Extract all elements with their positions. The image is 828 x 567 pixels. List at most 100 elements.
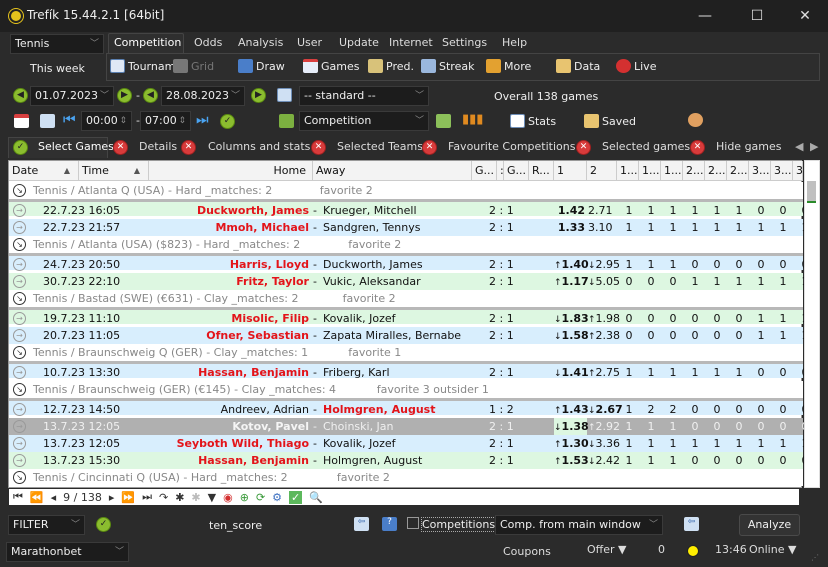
scrollbar-thumb[interactable] [807,181,816,203]
prev-record-icon[interactable]: ◂ [51,491,57,504]
group-row[interactable]: ↘ Tennis / Cincinnati Q (USA) - Hard _mat… [9,469,803,486]
period-label[interactable]: This week [30,62,85,75]
saved-button[interactable]: Saved [584,114,636,128]
group-row[interactable]: ↘ Tennis / Braunschweig Q (GER) - Clay _m… [9,344,803,361]
date-to-input[interactable]: 28.08.2023 ﹀ [161,86,245,106]
competitions-label[interactable]: Competitions: [421,517,500,532]
collapse-group-icon[interactable]: ↘ [13,471,26,484]
group-row[interactable]: ↘ Tennis / Atlanta Q (USA) - Hard _matche… [9,182,803,199]
close-tab-icon[interactable]: ✕ [113,140,128,155]
first-record-icon[interactable]: ⏮ [13,490,23,504]
prev-date-from-icon[interactable]: ◀ [13,88,28,103]
group-row[interactable]: ↘ Tennis / Atlanta (USA) ($823) - Hard _m… [9,236,803,253]
coupons-label[interactable]: Coupons [503,545,551,558]
tab-favourite-competitions[interactable]: Favourite Competitions [448,140,575,153]
refresh-icon[interactable]: ↷ [159,491,168,504]
analyze-button[interactable]: Analyze [739,514,800,536]
group-row[interactable]: ↘ Tennis / Bastad (SWE) (€631) - Clay _ma… [9,290,803,307]
column-header[interactable]: 2 [587,161,617,181]
column-header[interactable]: R... [529,161,554,181]
tournament-button[interactable]: Tournam [110,59,175,73]
column-header[interactable]: Date ▲ [9,161,79,181]
competitions-select[interactable]: Comp. from main window ﹀ [495,515,663,535]
calendar-icon[interactable] [14,114,29,128]
help-icon[interactable]: ? [382,517,397,531]
column-header[interactable]: 1... [639,161,661,181]
live-icon[interactable]: ◉ [223,491,233,504]
add-icon[interactable]: ⊕ [240,491,249,504]
column-header[interactable]: 3... [749,161,771,181]
stats-button[interactable]: Stats [510,114,556,128]
asterisk-light-icon[interactable]: ✱ [191,491,200,504]
menu-update[interactable]: Update [339,36,379,49]
minimize-button[interactable]: — [690,6,720,26]
time-from-input[interactable]: 00:00 ⇕ [81,111,132,131]
last-time-icon[interactable]: ⏭ [196,112,209,128]
more-button[interactable]: More [486,59,531,73]
games-button[interactable]: Games [303,59,359,73]
close-tab-icon[interactable]: ✕ [690,140,705,155]
collapse-group-icon[interactable]: ↘ [13,184,26,197]
close-button[interactable]: ✕ [790,6,820,26]
date-from-input[interactable]: 01.07.2023 ﹀ [30,86,114,106]
live-button[interactable]: Live [616,59,656,73]
filter-select[interactable]: FILTER ﹀ [8,515,85,535]
vertical-scrollbar[interactable] [804,160,820,488]
table-row[interactable]: → 22.7.23 16:05 Duckworth, James - Krueger, … [9,199,809,217]
confirm-icon[interactable]: ✓ [220,114,235,129]
column-header[interactable]: 1 [554,161,587,181]
column-header[interactable]: 3... [771,161,793,181]
filter-confirm-icon[interactable]: ✓ [96,517,111,532]
tab-selected-teams[interactable]: Selected Teams [337,140,423,153]
tab-selected-games[interactable]: Selected games [602,140,690,153]
table-row[interactable]: → 20.7.23 11:05 Ofner, Sebastian - Zapata Mi… [9,327,809,344]
search-icon[interactable]: 🔍 [309,491,323,504]
tab-select-games[interactable]: Select Games [38,140,114,153]
prev-date-to-icon[interactable]: ◀ [143,88,158,103]
menu-internet[interactable]: Internet [389,36,433,49]
time-to-input[interactable]: 07:00 ⇕ [140,111,191,131]
grid-button[interactable]: Grid [173,59,214,73]
profile-select[interactable]: -- standard -- ﹀ [299,86,429,106]
column-header[interactable]: 3... [793,161,814,181]
draw-button[interactable]: Draw [238,59,285,73]
column-header[interactable]: Away [313,161,472,181]
spinner-icon[interactable]: ⇕ [178,112,186,130]
back-arrow-icon[interactable]: ⇦ [354,517,369,531]
table-row[interactable]: → 24.7.23 20:50 Harris, Lloyd - Duckworth, J… [9,253,809,271]
type-select[interactable]: Competition ﹀ [299,111,429,131]
group-row[interactable]: ↘ Tennis / Braunschweig (GER) (€145) - Cl… [9,381,803,398]
menu-odds[interactable]: Odds [194,36,222,49]
menu-analysis[interactable]: Analysis [238,36,283,49]
bookmaker-select[interactable]: Marathonbet ﹀ [6,542,129,562]
sport-select[interactable]: Tennis ﹀ [10,34,104,54]
column-header[interactable]: : [497,161,504,181]
close-tab-icon[interactable]: ✕ [181,140,196,155]
table-row[interactable]: → 13.7.23 12:05 Seyboth Wild, Thiago - Koval… [9,435,809,452]
column-header[interactable]: Home [149,161,313,181]
menu-help[interactable]: Help [502,36,527,49]
tab-scroll-right-icon[interactable]: ▶ [810,140,818,153]
spinner-icon[interactable]: ⇕ [119,112,127,130]
table-row[interactable]: → 22.7.23 21:57 Mmoh, Michael - Sandgren, Te… [9,219,809,236]
column-header[interactable]: 2... [727,161,749,181]
data-button[interactable]: Data [556,59,600,73]
coins-icon[interactable] [688,113,703,127]
columns-icon[interactable] [436,114,451,128]
streak-button[interactable]: Streak [421,59,474,73]
table-row[interactable]: → 30.7.23 22:10 Fritz, Taylor - Vukic, Aleks… [9,273,809,290]
close-tab-icon[interactable]: ✕ [576,140,591,155]
column-header[interactable]: 1... [617,161,639,181]
apply-profile-icon[interactable] [277,88,292,102]
offer-dropdown[interactable]: Offer ▼ [587,543,626,556]
menu-settings[interactable]: Settings [442,36,487,49]
column-header[interactable]: 2... [683,161,705,181]
table-row[interactable]: → 13.7.23 12:05 Kotov, Pavel - Choinski, Jan… [9,418,809,437]
tab-scroll-left-icon[interactable]: ◀ [795,140,803,153]
column-header[interactable]: G... [472,161,497,181]
collapse-group-icon[interactable]: ↘ [13,383,26,396]
asterisk-icon[interactable]: ✱ [175,491,184,504]
close-tab-icon[interactable]: ✕ [311,140,326,155]
first-time-icon[interactable]: ⏮ [63,112,76,128]
next-date-to-icon[interactable]: ▶ [251,88,266,103]
